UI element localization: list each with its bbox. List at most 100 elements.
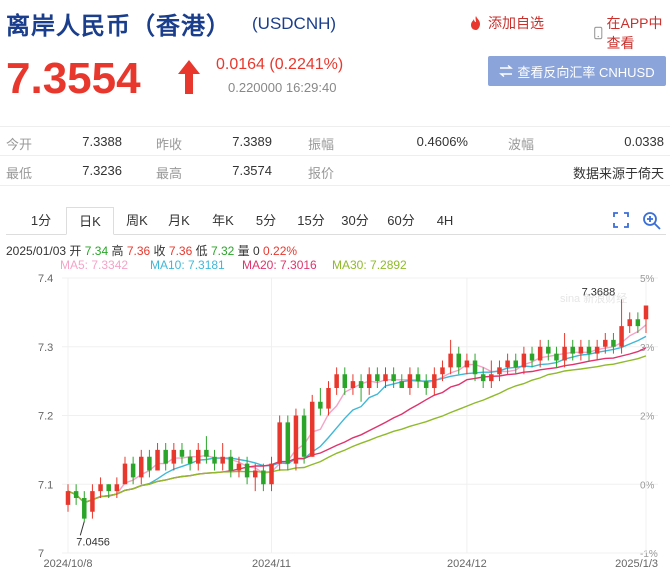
reverse-rate-label: 查看反向汇率 CNHUSD [517, 64, 655, 80]
candle-body [586, 346, 592, 354]
y-right-tick-label: 5% [640, 274, 655, 285]
candle-body [383, 374, 388, 382]
y-tick-label: 7.4 [38, 273, 53, 285]
candle-body [619, 326, 624, 347]
candle-body [407, 374, 413, 388]
candle-body [643, 305, 649, 320]
candle-body [301, 415, 307, 457]
tab-5min[interactable]: 5分 [246, 207, 286, 235]
candle-body [187, 456, 193, 464]
tab-4h[interactable]: 4H [424, 207, 466, 235]
candle-body [391, 374, 396, 382]
stat-label: 波幅 [508, 137, 535, 152]
candle-body [472, 360, 478, 375]
ohlc-pct: 0.22% [263, 244, 298, 258]
candle-body [277, 422, 282, 464]
candle-body [171, 449, 177, 464]
ohlc-low: 7.32 [210, 244, 235, 258]
candle-body [285, 422, 291, 464]
candle-body [244, 463, 250, 478]
stat-label: 最高 [156, 166, 183, 181]
tab-15min[interactable]: 15分 [290, 207, 332, 235]
candle-body [529, 353, 535, 361]
stats-table: 今开 7.3388 昨收 7.3389 振幅 0.4606% 波幅 0.0338… [0, 126, 670, 186]
ma20-line [67, 347, 647, 504]
tab-monthly[interactable]: 月K [158, 207, 200, 235]
ma10-line [67, 335, 647, 504]
ohlc-date: 2025/01/03 [6, 244, 67, 258]
candle-body [366, 374, 372, 388]
candle-body [570, 346, 575, 354]
candle-body [334, 374, 339, 388]
data-source: 数据来源于倚天 [572, 166, 664, 181]
tab-30min[interactable]: 30分 [334, 207, 376, 235]
view-in-app-button[interactable]: 在APP中查看 [594, 13, 666, 53]
candle-body [236, 463, 242, 471]
candle-body [440, 367, 445, 375]
ohlc-open-label: 开 [69, 244, 82, 258]
stat-value: 7.3388 [82, 134, 122, 149]
candle-body [554, 353, 559, 361]
price-change: 0.0164 (0.2241%) [216, 56, 344, 73]
candle-body [122, 463, 128, 485]
candle-body [196, 449, 201, 464]
reverse-rate-button[interactable]: 查看反向汇率 CNHUSD [488, 56, 666, 86]
add-favorite-button[interactable]: 添加自选 [468, 13, 544, 33]
candle-body [342, 374, 348, 388]
min-price-pointer [79, 521, 85, 536]
swap-icon [499, 65, 514, 77]
tab-daily[interactable]: 日K [66, 207, 114, 235]
stat-value: 0.4606% [416, 134, 468, 149]
candle-body [293, 415, 299, 464]
candle-body [611, 339, 616, 347]
candle-body [635, 319, 641, 327]
zoom-in-icon[interactable] [642, 211, 662, 231]
candle-body [603, 339, 608, 347]
ohlc-low-label: 低 [195, 244, 208, 258]
stat-label: 振幅 [308, 137, 335, 152]
candle-body [179, 449, 185, 457]
tab-weekly[interactable]: 周K [116, 207, 158, 235]
page-title: 离岸人民币（香港） [6, 12, 231, 40]
candle-body [562, 346, 567, 361]
candle-body [537, 346, 543, 361]
candle-body [497, 367, 502, 375]
stat-label: 报价 [308, 166, 335, 181]
tab-1min[interactable]: 1分 [20, 207, 62, 235]
ma5-line [67, 324, 647, 504]
tab-yearly[interactable]: 年K [202, 207, 244, 235]
candle-body [147, 456, 152, 471]
candle-body [65, 491, 71, 505]
candle-body [464, 360, 470, 368]
candle-body [627, 319, 632, 327]
fullscreen-icon[interactable] [612, 211, 630, 229]
fire-icon [471, 16, 480, 30]
y-right-tick-label: 3% [640, 343, 655, 354]
candle-body [309, 401, 315, 457]
candle-body [318, 401, 323, 409]
period-tabs: 1分 日K 周K 月K 年K 5分 15分 30分 60分 4H [6, 207, 666, 235]
stat-value: 7.3236 [82, 163, 122, 178]
symbol-code: (USDCNH) [252, 14, 337, 33]
ohlc-close: 7.36 [168, 244, 193, 258]
candle-body [480, 374, 486, 382]
stats-row: 今开 7.3388 昨收 7.3389 振幅 0.4606% 波幅 0.0338 [0, 126, 670, 156]
y-right-tick-label: 2% [640, 412, 655, 423]
candle-body [375, 374, 380, 382]
stat-label: 今开 [6, 137, 33, 152]
candle-body [415, 374, 421, 382]
candlestick-chart[interactable]: 7.4 5%7.3 3%7.2 2%7.1 0%7 -1%2024/10/8 2024/11… [0, 268, 670, 576]
tab-60min[interactable]: 60分 [378, 207, 424, 235]
min-price-label: 7.0456 [76, 536, 110, 548]
candle-body [155, 449, 160, 471]
candle-body [139, 456, 144, 478]
candle-body [489, 374, 494, 382]
stat-label: 昨收 [156, 137, 183, 152]
candle-body [106, 484, 111, 492]
phone-icon [594, 26, 603, 40]
x-tick-label: 2024/11 [252, 558, 291, 570]
candle-body [399, 381, 405, 388]
candle-body [358, 381, 364, 388]
candle-body [594, 346, 600, 354]
candle-body [220, 456, 225, 464]
